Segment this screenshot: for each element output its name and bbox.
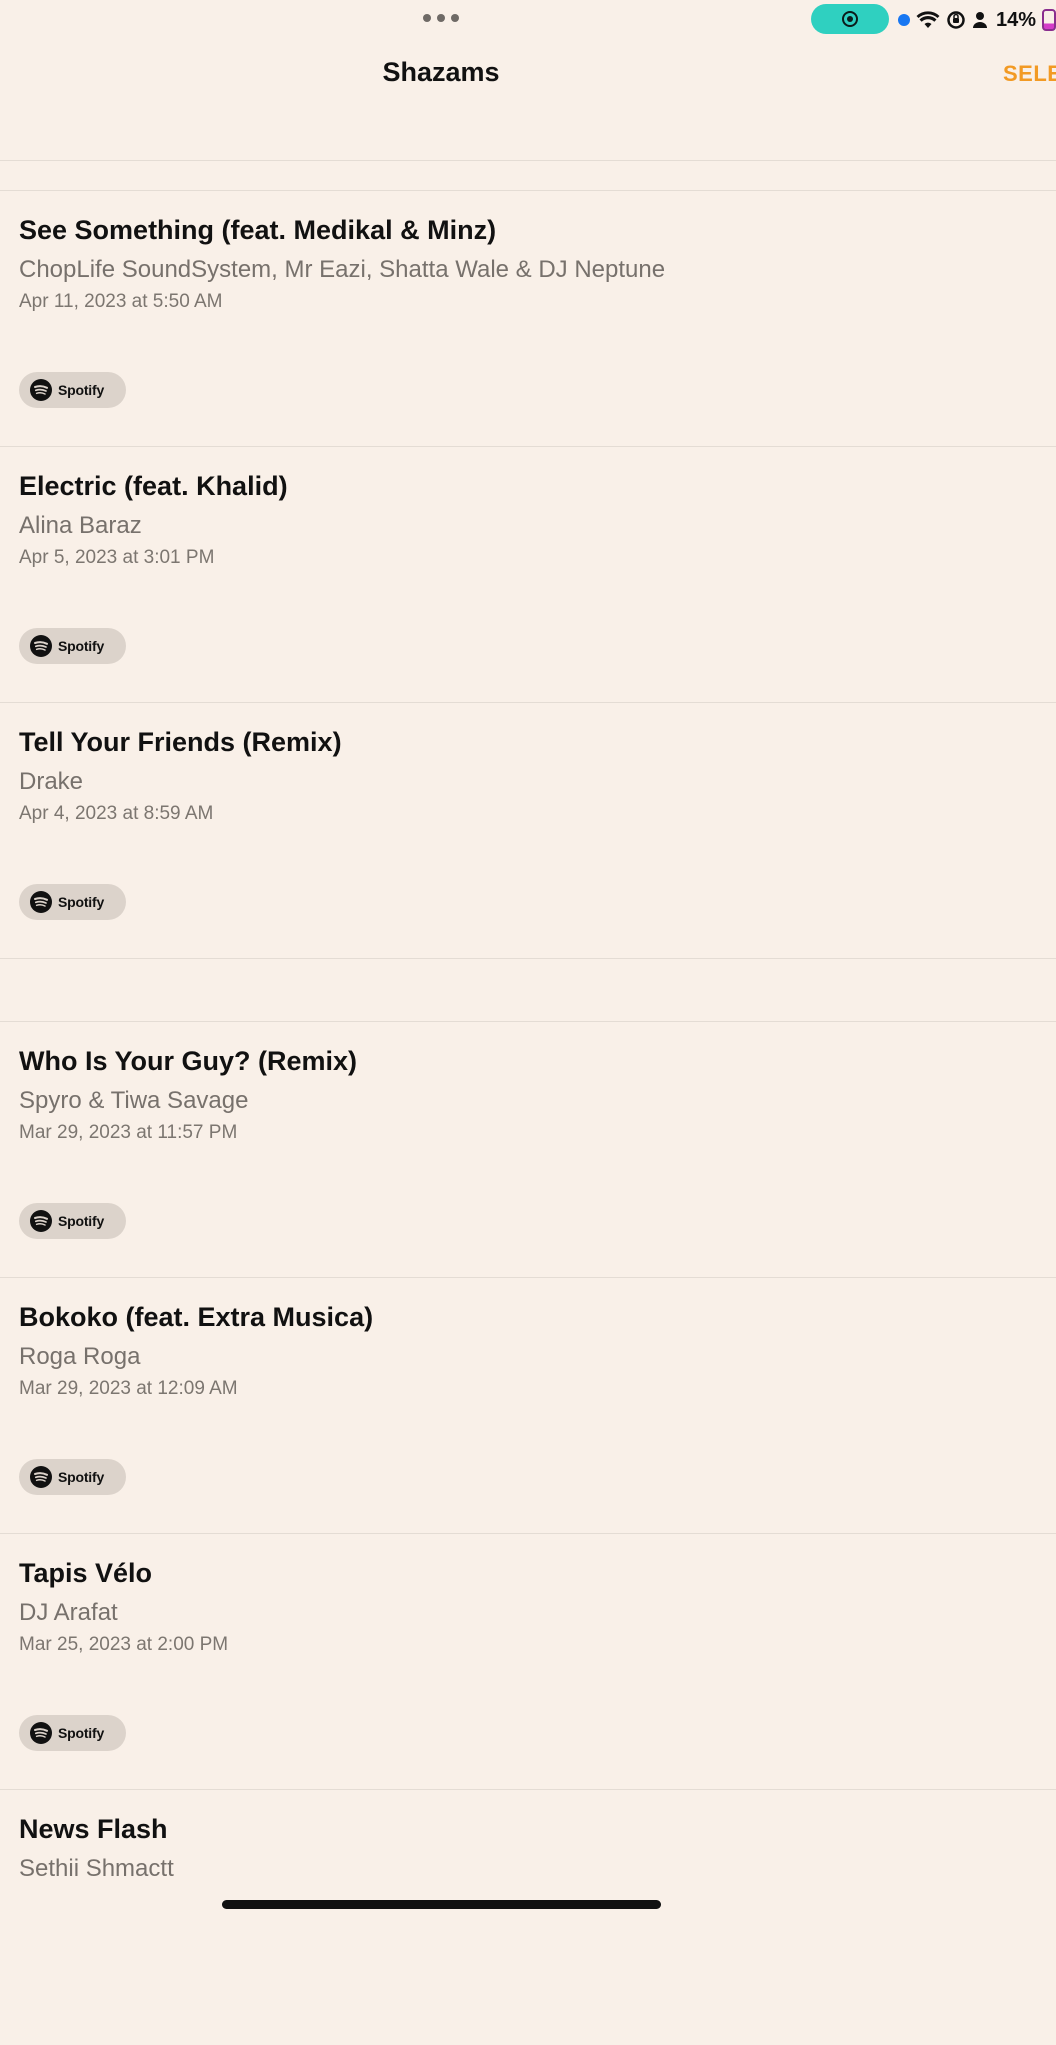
list-item[interactable]: News Flash Sethii Shmactt <box>0 1789 1056 2045</box>
track-date: Apr 4, 2023 at 8:59 AM <box>19 803 214 824</box>
track-date: Mar 25, 2023 at 2:00 PM <box>19 1634 229 1655</box>
list-item[interactable]: Who Is Your Guy? (Remix) Spyro & Tiwa Sa… <box>0 1021 1056 1277</box>
select-button[interactable]: SELE <box>1003 61 1056 87</box>
multitasking-dots-icon[interactable] <box>423 13 459 23</box>
open-in-spotify-button[interactable]: Spotify <box>19 628 126 664</box>
spotify-icon <box>30 1210 52 1232</box>
track-title: Electric (feat. Khalid) <box>19 471 288 501</box>
track-date: Mar 29, 2023 at 12:09 AM <box>19 1378 238 1399</box>
track-artist: Sethii Shmactt <box>19 1855 174 1882</box>
track-title: Who Is Your Guy? (Remix) <box>19 1046 358 1076</box>
track-date: Mar 29, 2023 at 11:57 PM <box>19 1122 238 1143</box>
person-icon <box>973 12 987 28</box>
track-artist: Spyro & Tiwa Savage <box>19 1087 249 1114</box>
open-in-spotify-button[interactable]: Spotify <box>19 1715 126 1751</box>
track-title: See Something (feat. Medikal & Minz) <box>19 215 497 245</box>
list-item[interactable]: Bokoko (feat. Extra Musica) Roga Roga Ma… <box>0 1277 1056 1533</box>
track-title: Tell Your Friends (Remix) <box>19 727 342 757</box>
wifi-icon <box>916 11 940 28</box>
track-artist: Alina Baraz <box>19 512 142 539</box>
open-in-spotify-button[interactable]: Spotify <box>19 372 126 408</box>
open-in-spotify-button[interactable]: Spotify <box>19 884 126 920</box>
spotify-label: Spotify <box>58 1725 105 1741</box>
home-indicator[interactable] <box>222 1900 661 1909</box>
list-item[interactable]: Electric (feat. Khalid) Alina Baraz Apr … <box>0 446 1056 702</box>
track-date: Apr 5, 2023 at 3:01 PM <box>19 547 215 568</box>
track-artist: DJ Arafat <box>19 1599 118 1626</box>
track-title: Tapis Vélo <box>19 1558 153 1588</box>
spotify-icon <box>30 1466 52 1488</box>
shazam-list: See Something (feat. Medikal & Minz) Cho… <box>0 190 1056 2045</box>
spotify-label: Spotify <box>58 1213 105 1229</box>
spotify-icon <box>30 1722 52 1744</box>
spotify-label: Spotify <box>58 1469 105 1485</box>
battery-percentage: 14% <box>996 8 1037 31</box>
spotify-icon <box>30 379 52 401</box>
open-in-spotify-button[interactable]: Spotify <box>19 1459 126 1495</box>
status-indicators: 14% <box>898 6 1056 34</box>
track-title: News Flash <box>19 1814 168 1844</box>
track-artist: Drake <box>19 768 84 795</box>
location-dot-icon <box>898 14 910 26</box>
section-divider <box>0 958 1056 1021</box>
track-artist: Roga Roga <box>19 1343 141 1370</box>
list-item[interactable]: Tell Your Friends (Remix) Drake Apr 4, 2… <box>0 702 1056 958</box>
list-item[interactable]: Tapis Vélo DJ Arafat Mar 25, 2023 at 2:0… <box>0 1533 1056 1789</box>
page-title: Shazams <box>382 57 500 87</box>
navigation-header: Shazams SELE <box>0 40 1056 161</box>
track-title: Bokoko (feat. Extra Musica) <box>19 1302 374 1332</box>
track-artist: ChopLife SoundSystem, Mr Eazi, Shatta Wa… <box>19 256 666 283</box>
screen-recording-icon[interactable] <box>811 4 889 34</box>
spotify-icon <box>30 635 52 657</box>
spotify-label: Spotify <box>58 382 105 398</box>
track-date: Apr 11, 2023 at 5:50 AM <box>19 291 223 312</box>
spotify-label: Spotify <box>58 638 105 654</box>
spotify-label: Spotify <box>58 894 105 910</box>
status-bar: 14% <box>0 0 1056 40</box>
list-item[interactable]: See Something (feat. Medikal & Minz) Cho… <box>0 190 1056 446</box>
orientation-lock-icon <box>947 11 965 29</box>
open-in-spotify-button[interactable]: Spotify <box>19 1203 126 1239</box>
spotify-icon <box>30 891 52 913</box>
battery-icon <box>1042 9 1056 31</box>
